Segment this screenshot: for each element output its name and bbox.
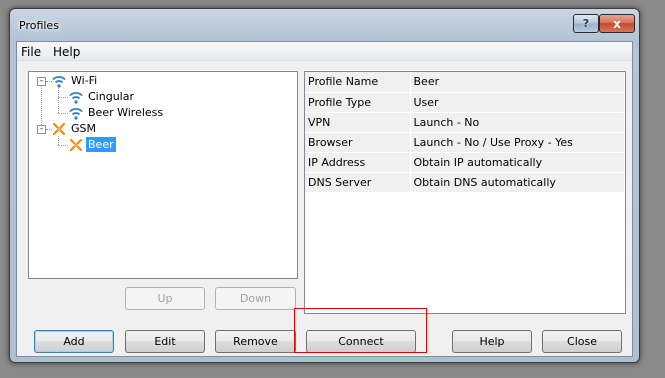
property-key: Profile Name xyxy=(305,72,411,93)
profile-properties: Profile Name Beer Profile Type User VPN Launc… xyxy=(304,71,626,314)
titlebar-help-button[interactable]: ? xyxy=(573,14,599,33)
property-row: DNS Server Obtain DNS automatically xyxy=(305,172,625,193)
property-key: VPN xyxy=(305,112,411,133)
help-button[interactable]: Help xyxy=(452,330,532,353)
close-button[interactable]: Close xyxy=(542,330,622,353)
property-row: IP Address Obtain IP automatically xyxy=(305,152,625,173)
titlebar-close-button[interactable]: x xyxy=(599,14,635,33)
wifi-icon xyxy=(69,108,83,120)
property-value: Obtain IP automatically xyxy=(410,152,625,173)
menu-file[interactable]: File xyxy=(21,45,41,59)
property-value: Launch - No / Use Proxy - Yes xyxy=(410,132,625,153)
tree-node-beer-wireless[interactable]: Beer Wireless xyxy=(86,105,165,120)
gsm-icon xyxy=(69,138,83,152)
menu-bar: File Help xyxy=(17,42,632,61)
property-row: Browser Launch - No / Use Proxy - Yes xyxy=(305,132,625,153)
property-value: Launch - No xyxy=(410,112,625,133)
property-row: VPN Launch - No xyxy=(305,112,625,133)
tree-node-beer[interactable]: Beer xyxy=(86,137,116,152)
window-title: Profiles xyxy=(19,19,59,32)
gsm-expander[interactable]: - xyxy=(37,125,46,134)
add-button[interactable]: Add xyxy=(34,330,114,353)
tree-node-wifi[interactable]: Wi-Fi xyxy=(69,73,99,88)
gsm-icon xyxy=(52,122,66,136)
property-key: Browser xyxy=(305,132,411,153)
menu-help[interactable]: Help xyxy=(53,45,80,59)
property-key: DNS Server xyxy=(305,172,411,193)
wifi-icon xyxy=(69,92,83,104)
property-value: User xyxy=(410,92,625,113)
tree-line xyxy=(58,113,68,114)
connect-highlight-box xyxy=(294,308,427,353)
property-value: Beer xyxy=(410,72,625,93)
tree-line xyxy=(58,97,68,98)
property-row: Profile Name Beer xyxy=(305,72,625,93)
tree-node-gsm[interactable]: GSM xyxy=(69,121,98,136)
title-bar[interactable]: Profiles ? x xyxy=(10,9,639,41)
property-key: Profile Type xyxy=(305,92,411,113)
edit-button[interactable]: Edit xyxy=(125,330,205,353)
property-key: IP Address xyxy=(305,152,411,173)
tree-line xyxy=(58,136,59,145)
wifi-icon xyxy=(52,76,66,88)
property-value: Obtain DNS automatically xyxy=(410,172,625,193)
tree-line xyxy=(58,88,59,113)
properties-table: Profile Name Beer Profile Type User VPN Launc… xyxy=(305,72,625,193)
down-button[interactable]: Down xyxy=(215,287,296,310)
wifi-expander[interactable]: - xyxy=(37,77,46,86)
tree-line xyxy=(58,145,68,146)
remove-button[interactable]: Remove xyxy=(215,330,296,353)
tree-node-cingular[interactable]: Cingular xyxy=(86,89,136,104)
up-button[interactable]: Up xyxy=(125,287,205,310)
profile-tree[interactable]: - Wi-Fi Cingular Beer Wireless - GSM Bee… xyxy=(28,71,298,279)
property-row: Profile Type User xyxy=(305,92,625,113)
